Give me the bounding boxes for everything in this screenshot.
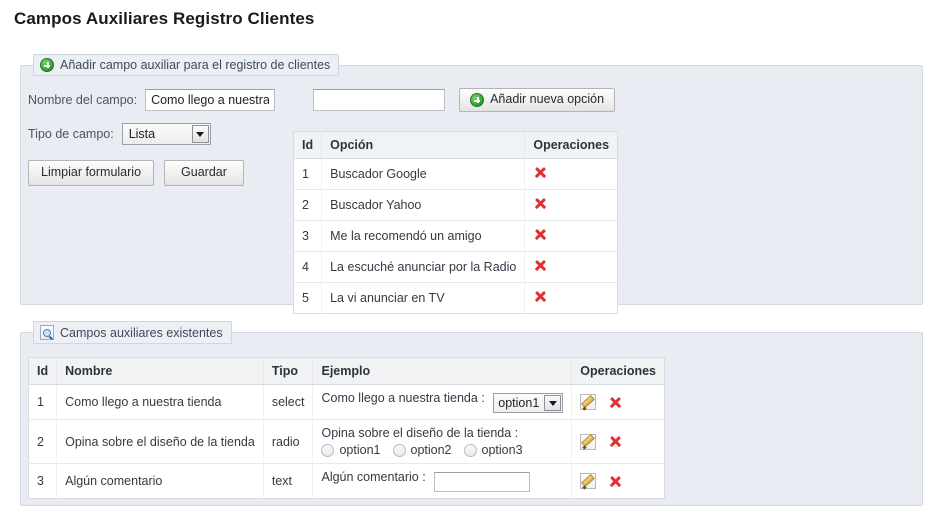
plus-circle-icon [40, 58, 54, 72]
example-label: Opina sobre el diseño de la tienda : [321, 426, 519, 440]
edit-icon[interactable] [580, 473, 597, 489]
field-type: radio [263, 419, 314, 464]
table-row: 3 Me la recomendó un amigo [293, 220, 618, 252]
option-operations [525, 159, 618, 190]
add-field-panel-legend: Añadir campo auxiliar para el registro d… [33, 54, 340, 76]
field-type: text [263, 463, 314, 499]
clear-form-button[interactable]: Limpiar formulario [28, 160, 155, 186]
save-button[interactable]: Guardar [164, 160, 244, 186]
table-row: 4 La escuché anunciar por la Radio [293, 251, 618, 283]
option-id: 4 [293, 251, 323, 283]
add-field-panel: Añadir campo auxiliar para el registro d… [20, 54, 923, 314]
existing-header-name: Nombre [56, 357, 264, 385]
option-id: 3 [293, 220, 323, 252]
field-operations [572, 385, 665, 420]
add-option-button[interactable]: Añadir nueva opción [459, 88, 616, 112]
option-operations [524, 189, 618, 221]
radio-label: option2 [410, 443, 452, 457]
table-row: 3 Algún comentario text Algún comentario… [28, 463, 665, 499]
field-id: 1 [28, 384, 58, 420]
radio-icon[interactable] [463, 443, 477, 457]
field-type-select-value: Lista [128, 127, 156, 141]
option-text: Me la recomendó un amigo [321, 220, 526, 252]
example-select-value: option1 [498, 396, 540, 410]
existing-header-operations: Operaciones [571, 357, 665, 385]
example-label: Como llego a nuestra tienda : [321, 391, 485, 405]
field-example: Como llego a nuestra tienda : option1 [312, 384, 573, 420]
table-row: 1 Como llego a nuestra tienda select Com… [28, 384, 665, 420]
option-text: La escuché anunciar por la Radio [321, 251, 526, 283]
option-text: Buscador Google [321, 158, 526, 190]
delete-icon[interactable] [533, 165, 548, 180]
example-radio-group: option1 option2 option3 [321, 443, 563, 457]
existing-fields-panel: Campos auxiliares existentes Id Nombre T… [20, 321, 923, 506]
page-title: Campos Auxiliares Registro Clientes [14, 9, 315, 28]
delete-icon[interactable] [533, 196, 548, 211]
field-id: 2 [28, 419, 58, 464]
option-id: 2 [293, 189, 323, 221]
existing-fields-panel-legend-label: Campos auxiliares existentes [60, 325, 223, 340]
options-header-id: Id [293, 131, 323, 159]
edit-icon[interactable] [580, 394, 597, 410]
chevron-down-icon [191, 125, 209, 143]
example-select[interactable]: option1 [493, 393, 564, 413]
field-example: Opina sobre el diseño de la tienda : opt… [312, 419, 573, 464]
field-name-row: Nombre del campo: Añadir nueva opción [28, 88, 616, 112]
field-example: Algún comentario : [312, 463, 573, 499]
new-option-input[interactable] [313, 89, 446, 111]
table-row: 2 Buscador Yahoo [293, 189, 618, 221]
field-type: select [263, 384, 314, 420]
options-header-operations: Operaciones [524, 131, 618, 159]
add-field-panel-legend-label: Añadir campo auxiliar para el registro d… [60, 58, 331, 72]
existing-header-type: Tipo [263, 357, 314, 385]
delete-icon[interactable] [608, 395, 623, 410]
field-name-label: Nombre del campo: [28, 93, 138, 107]
delete-icon[interactable] [608, 434, 623, 449]
chevron-down-icon [544, 395, 562, 411]
options-table-header-row: Id Opción Operaciones [293, 131, 618, 159]
options-header-option: Opción [321, 131, 526, 159]
plus-circle-icon [470, 93, 485, 107]
option-operations [524, 282, 618, 314]
field-id: 3 [28, 463, 58, 499]
example-text-input[interactable] [434, 472, 531, 492]
existing-header-id: Id [28, 357, 58, 385]
option-id: 1 [293, 158, 323, 190]
option-text: La vi anunciar en TV [321, 282, 526, 314]
existing-fields-table: Id Nombre Tipo Ejemplo Operaciones 1 Com… [28, 357, 666, 499]
field-type-label: Tipo de campo: [28, 127, 114, 141]
existing-fields-panel-legend: Campos auxiliares existentes [33, 321, 232, 344]
existing-table-header-row: Id Nombre Tipo Ejemplo Operaciones [28, 357, 665, 385]
table-row: 5 La vi anunciar en TV [293, 282, 618, 314]
radio-label: option3 [481, 443, 523, 457]
example-label: Algún comentario : [321, 470, 426, 484]
field-name-input[interactable] [145, 89, 276, 111]
option-operations [524, 251, 618, 283]
edit-icon[interactable] [580, 433, 597, 450]
radio-icon[interactable] [321, 443, 335, 457]
delete-icon[interactable] [533, 289, 548, 304]
existing-header-example: Ejemplo [312, 357, 573, 385]
radio-icon[interactable] [392, 443, 406, 457]
option-operations [524, 220, 618, 252]
field-operations [571, 463, 665, 499]
table-row: 2 Opina sobre el diseño de la tienda rad… [28, 419, 665, 464]
field-name: Como llego a nuestra tienda [56, 384, 264, 420]
option-text: Buscador Yahoo [321, 189, 526, 221]
delete-icon[interactable] [608, 474, 623, 489]
radio-label: option1 [339, 443, 381, 457]
add-option-button-label: Añadir nueva opción [490, 92, 605, 107]
option-id: 5 [293, 282, 323, 314]
field-name: Algún comentario [56, 463, 264, 499]
table-row: 1 Buscador Google [293, 158, 618, 190]
field-name: Opina sobre el diseño de la tienda [56, 419, 264, 464]
document-search-icon [40, 325, 54, 340]
field-type-select[interactable]: Lista [121, 123, 211, 145]
delete-icon[interactable] [533, 227, 548, 242]
delete-icon[interactable] [533, 258, 548, 273]
field-operations [571, 419, 665, 464]
options-table: Id Opción Operaciones 1 Buscador Google … [293, 131, 619, 314]
